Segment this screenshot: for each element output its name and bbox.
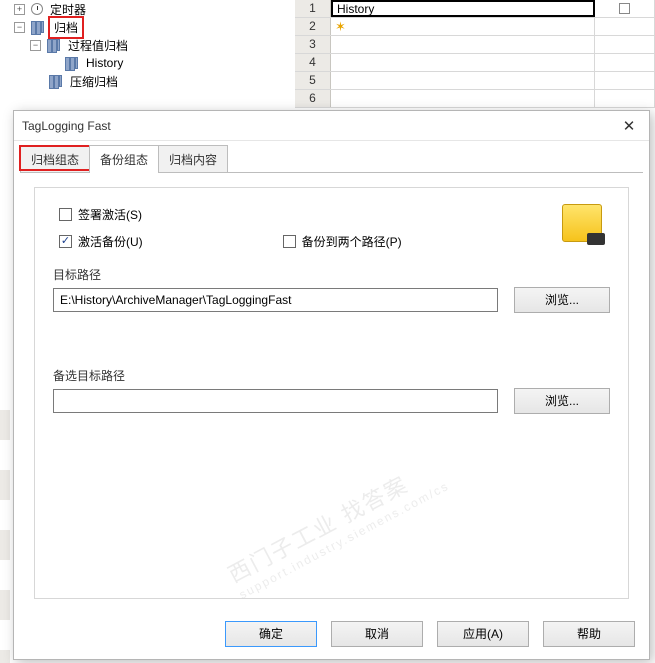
check-icon: ✓ [61, 236, 70, 247]
browse-alt-target-button[interactable]: 浏览... [514, 388, 610, 414]
ok-button[interactable]: 确定 [225, 621, 317, 647]
data-grid: 1 History 2 ✶ 3 4 5 6 [295, 0, 655, 108]
collapse-icon[interactable]: − [14, 22, 25, 33]
backup-both-paths-checkbox[interactable] [283, 235, 296, 248]
help-button[interactable]: 帮助 [543, 621, 635, 647]
grid-cell[interactable] [331, 36, 595, 53]
grid-row[interactable]: 3 [295, 36, 655, 54]
expand-icon[interactable]: + [14, 4, 25, 15]
activate-backup-row: ✓ 激活备份(U) [59, 233, 143, 250]
grid-cell[interactable] [331, 90, 595, 107]
tree-item-compress-archive[interactable]: 压缩归档 [10, 72, 270, 90]
tab-backup-group[interactable]: 备份组态 [89, 145, 159, 173]
activate-backup-label: 激活备份(U) [78, 233, 143, 250]
tab-archive-content[interactable]: 归档内容 [158, 145, 228, 173]
row-header: 4 [295, 54, 331, 71]
backup-both-paths-label: 备份到两个路径(P) [302, 233, 402, 250]
row-header: 3 [295, 36, 331, 53]
taglogging-fast-dialog: TagLogging Fast ✕ 归档组态 备份组态 归档内容 签署激活(S)… [13, 110, 650, 660]
dialog-titlebar[interactable]: TagLogging Fast ✕ [14, 111, 649, 141]
row-header: 6 [295, 90, 331, 107]
tree-label: History [82, 55, 127, 71]
target-path-label: 目标路径 [53, 266, 610, 283]
watermark: 西门子工业 找答案 support.industry.siemens.com/c… [222, 420, 508, 601]
archive-icon [31, 21, 45, 33]
activate-backup-checkbox[interactable]: ✓ [59, 235, 72, 248]
row-header: 5 [295, 72, 331, 89]
timer-icon [31, 3, 43, 15]
grid-cell[interactable] [331, 54, 595, 71]
tree-label: 过程值归档 [64, 36, 132, 55]
grid-row[interactable]: 5 [295, 72, 655, 90]
tree-label: 压缩归档 [66, 72, 122, 91]
grid-cell[interactable]: History [331, 0, 595, 17]
dialog-button-bar: 确定 取消 应用(A) 帮助 [225, 621, 635, 647]
alt-target-path-label: 备选目标路径 [53, 367, 610, 384]
sign-activate-row: 签署激活(S) [59, 206, 610, 223]
sign-activate-label: 签署激活(S) [78, 206, 142, 223]
archive-icon [49, 75, 63, 87]
archive-icon [65, 57, 79, 69]
tree-item-archive[interactable]: − 归档 [10, 18, 270, 36]
row-header: 2 [295, 18, 331, 35]
dialog-tabs: 归档组态 备份组态 归档内容 [14, 141, 649, 173]
archive-icon [47, 39, 61, 51]
grid-cell[interactable] [595, 18, 655, 35]
grid-row[interactable]: 6 [295, 90, 655, 108]
grid-cell[interactable]: ✶ [331, 18, 595, 35]
sign-activate-checkbox[interactable] [59, 208, 72, 221]
tree-item-process-archive[interactable]: − 过程值归档 [10, 36, 270, 54]
grid-row[interactable]: 2 ✶ [295, 18, 655, 36]
backup-both-paths-row: 备份到两个路径(P) [283, 233, 402, 250]
nav-tree: + 定时器 − 归档 − 过程值归档 History 压缩归档 [10, 0, 270, 90]
target-path-input[interactable] [53, 288, 498, 312]
row-header: 1 [295, 0, 331, 17]
grid-cell[interactable] [595, 0, 655, 17]
dialog-panel: 签署激活(S) ✓ 激活备份(U) 备份到两个路径(P) 目标路径 浏览... … [34, 187, 629, 599]
tab-archive-group[interactable]: 归档组态 [20, 145, 90, 173]
backup-drive-icon [562, 204, 602, 242]
grid-row[interactable]: 1 History [295, 0, 655, 18]
browse-target-button[interactable]: 浏览... [514, 287, 610, 313]
checkbox-icon[interactable] [619, 3, 630, 14]
alt-target-path-input[interactable] [53, 389, 498, 413]
grid-cell[interactable] [331, 72, 595, 89]
new-star-icon: ✶ [335, 19, 346, 34]
dialog-title: TagLogging Fast [22, 119, 617, 133]
cancel-button[interactable]: 取消 [331, 621, 423, 647]
collapse-icon[interactable]: − [30, 40, 41, 51]
close-button[interactable]: ✕ [617, 114, 641, 138]
grid-row[interactable]: 4 [295, 54, 655, 72]
tree-item-history[interactable]: History [10, 54, 270, 72]
apply-button[interactable]: 应用(A) [437, 621, 529, 647]
